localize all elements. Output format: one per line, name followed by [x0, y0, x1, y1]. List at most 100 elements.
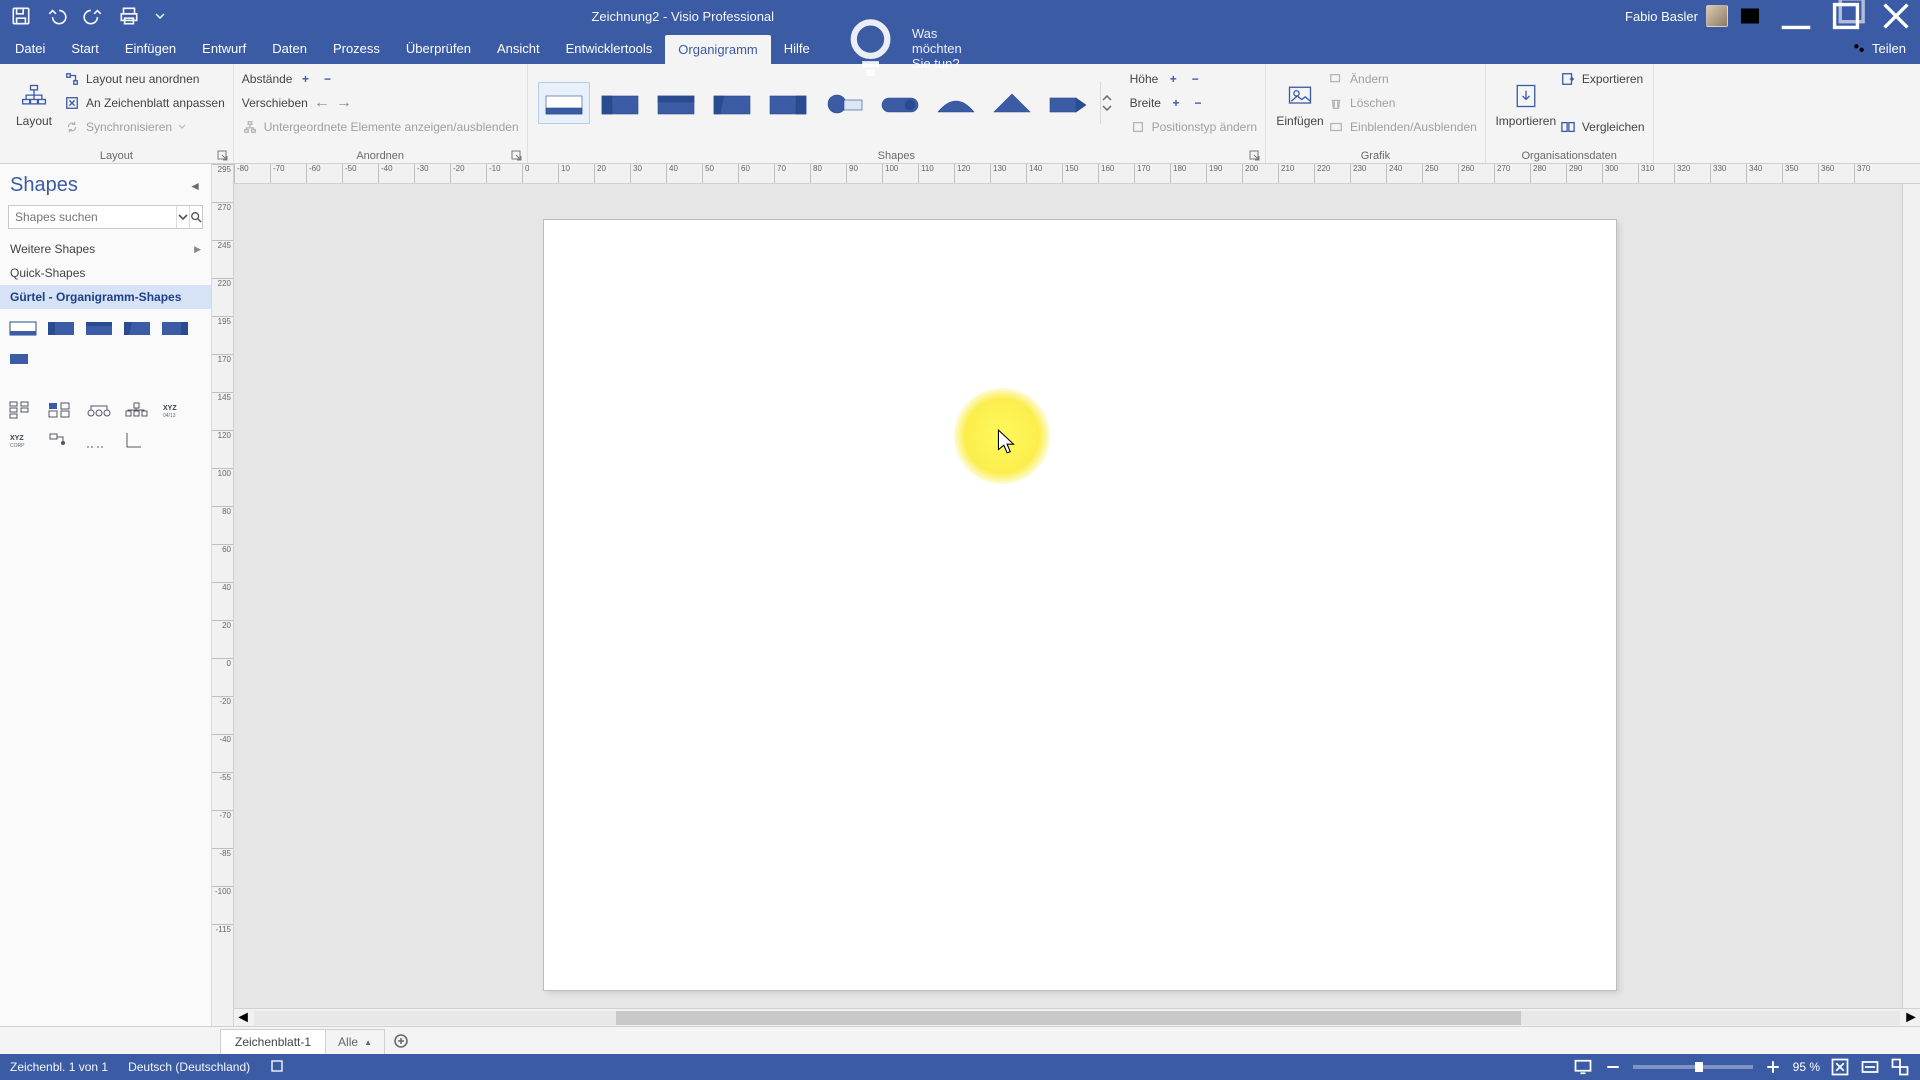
dialog-launcher-icon[interactable]: [1249, 149, 1261, 161]
stencil-shape-1[interactable]: [8, 317, 38, 339]
tab-datei[interactable]: Datei: [2, 32, 58, 64]
shapes-search-input[interactable]: [9, 206, 176, 228]
ribbon-display-options-icon[interactable]: [1738, 5, 1762, 27]
fit-width-icon[interactable]: [1860, 1057, 1880, 1077]
share-button[interactable]: Teilen: [1838, 32, 1920, 64]
maximize-button[interactable]: [1826, 0, 1866, 32]
zoom-in-button[interactable]: [1763, 1057, 1783, 1077]
add-sheet-button[interactable]: [385, 1027, 417, 1054]
undo-icon[interactable]: [46, 5, 68, 27]
stencil-shape-xyzcorp[interactable]: XYZCORP: [8, 429, 38, 451]
abstande-minus-button[interactable]: −: [320, 72, 334, 86]
gallery-expand-button[interactable]: [1100, 82, 1114, 124]
breite-plus-button[interactable]: +: [1169, 96, 1183, 110]
shape-style-2[interactable]: [594, 82, 646, 124]
stencil-shape-l[interactable]: [122, 429, 152, 451]
pane-collapse-icon[interactable]: ◄: [189, 179, 201, 193]
save-icon[interactable]: [10, 5, 32, 27]
minimize-button[interactable]: [1776, 0, 1816, 32]
tab-entwicklertools[interactable]: Entwicklertools: [553, 32, 666, 64]
tab-ansicht[interactable]: Ansicht: [484, 32, 553, 64]
presentation-mode-icon[interactable]: [1573, 1057, 1593, 1077]
shape-style-6[interactable]: [818, 82, 870, 124]
fit-page-icon[interactable]: [1830, 1057, 1850, 1077]
layout-neu-anordnen-button[interactable]: Layout neu anordnen: [64, 68, 225, 90]
zoom-out-button[interactable]: [1603, 1057, 1623, 1077]
horizontal-scrollbar[interactable]: ◄ ►: [234, 1008, 1920, 1026]
stencil-shape-10[interactable]: [122, 399, 152, 421]
tab-daten[interactable]: Daten: [259, 32, 320, 64]
redo-icon[interactable]: [82, 5, 104, 27]
canvas[interactable]: [234, 184, 1920, 1008]
exportieren-button[interactable]: Exportieren: [1560, 68, 1645, 90]
stencil-shape-connector[interactable]: [46, 429, 76, 451]
shape-style-5[interactable]: [762, 82, 814, 124]
search-icon[interactable]: [189, 206, 202, 228]
sheet-tab-1[interactable]: Zeichenblatt-1: [220, 1029, 326, 1054]
qat-dropdown-icon[interactable]: [154, 5, 166, 27]
tab-entwurf[interactable]: Entwurf: [189, 32, 259, 64]
shape-style-3[interactable]: [650, 82, 702, 124]
shape-style-9[interactable]: [986, 82, 1038, 124]
sheet-filter-dropdown[interactable]: Alle ▲: [326, 1029, 385, 1054]
dialog-launcher-icon[interactable]: [511, 149, 523, 161]
workspace: Shapes ◄ Weitere Shapes ▶ Quick-Shapes G…: [0, 164, 1920, 1026]
stencil-shape-dashed[interactable]: [84, 429, 114, 451]
tab-hilfe[interactable]: Hilfe: [771, 32, 823, 64]
vergleichen-button[interactable]: Vergleichen: [1560, 116, 1645, 138]
tell-me-search[interactable]: Was möchten Sie tun?: [823, 32, 975, 64]
close-button[interactable]: [1876, 0, 1916, 32]
layout-button[interactable]: Layout: [8, 68, 60, 142]
stencil-shape-2[interactable]: [46, 317, 76, 339]
stencil-shape-7[interactable]: [8, 399, 38, 421]
shape-style-1[interactable]: [538, 82, 590, 124]
page-margin: [564, 240, 1596, 968]
stencil-shape-5[interactable]: [160, 317, 190, 339]
scroll-right-icon[interactable]: ►: [1902, 1009, 1920, 1027]
dialog-launcher-icon[interactable]: [217, 149, 229, 161]
verschieben-left-button[interactable]: ←: [314, 94, 330, 112]
scroll-thumb[interactable]: [616, 1011, 1521, 1025]
hohe-plus-button[interactable]: +: [1166, 72, 1180, 86]
pan-zoom-window-icon[interactable]: [1890, 1057, 1910, 1077]
print-icon[interactable]: [118, 5, 140, 27]
importieren-button[interactable]: Importieren: [1494, 68, 1558, 142]
scroll-track[interactable]: [254, 1011, 1900, 1025]
search-dropdown-icon[interactable]: [176, 206, 189, 228]
tab-prozess[interactable]: Prozess: [320, 32, 393, 64]
stencil-shape-9[interactable]: [84, 399, 114, 421]
tab-einfügen[interactable]: Einfügen: [112, 32, 189, 64]
zoom-slider[interactable]: [1633, 1065, 1753, 1069]
tab-organigramm[interactable]: Organigramm: [665, 35, 770, 64]
shape-style-8[interactable]: [930, 82, 982, 124]
stencil-shape-3[interactable]: [84, 317, 114, 339]
einfugen-button[interactable]: Einfügen: [1274, 68, 1326, 142]
zoom-percent[interactable]: 95 %: [1793, 1060, 1820, 1074]
shapes-search[interactable]: [8, 205, 203, 229]
an-zeichenblatt-anpassen-button[interactable]: An Zeichenblatt anpassen: [64, 92, 225, 114]
verschieben-right-button[interactable]: →: [336, 94, 352, 112]
quick-shapes-row[interactable]: Quick-Shapes: [0, 261, 211, 285]
breite-minus-button[interactable]: −: [1191, 96, 1205, 110]
hruler-tick: 90: [846, 164, 858, 183]
status-language[interactable]: Deutsch (Deutschland): [128, 1060, 250, 1074]
shape-style-7[interactable]: [874, 82, 926, 124]
shape-style-4[interactable]: [706, 82, 758, 124]
stencil-shape-4[interactable]: [122, 317, 152, 339]
scroll-left-icon[interactable]: ◄: [234, 1009, 252, 1027]
vruler-tick: -85: [212, 848, 233, 858]
macro-recorder-icon[interactable]: [270, 1059, 284, 1076]
stencil-shape-8[interactable]: [46, 399, 76, 421]
active-stencil-row[interactable]: Gürtel - Organigramm-Shapes: [0, 285, 211, 309]
tab-start[interactable]: Start: [58, 32, 111, 64]
more-shapes-row[interactable]: Weitere Shapes ▶: [0, 237, 211, 261]
abstande-plus-button[interactable]: +: [298, 72, 312, 86]
vertical-scrollbar[interactable]: [1902, 184, 1920, 1008]
user-account[interactable]: Fabio Basler: [1625, 5, 1728, 27]
zoom-thumb[interactable]: [1695, 1062, 1703, 1072]
hohe-minus-button[interactable]: −: [1188, 72, 1202, 86]
stencil-shape-xyz[interactable]: XYZ04/13: [160, 399, 190, 421]
shape-style-10[interactable]: [1042, 82, 1094, 124]
tab-überprüfen[interactable]: Überprüfen: [393, 32, 484, 64]
stencil-shape-6[interactable]: [8, 347, 38, 369]
